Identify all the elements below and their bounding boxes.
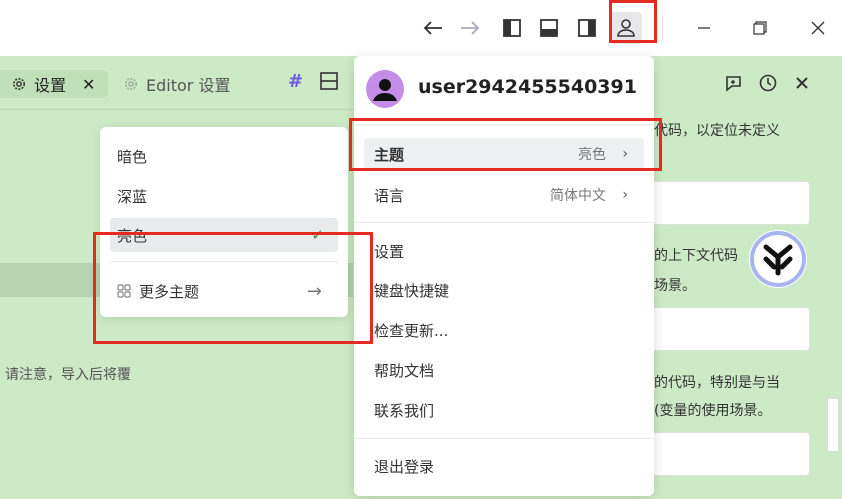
user-icon: [617, 19, 635, 37]
menu-item-label: 帮助文档: [374, 361, 435, 380]
maximize-icon: [753, 21, 767, 35]
panel-input[interactable]: [652, 181, 810, 225]
toggle-right-panel-button[interactable]: [571, 12, 603, 44]
close-panel-icon[interactable]: [796, 77, 808, 89]
menu-divider: [110, 261, 338, 262]
maximize-button[interactable]: [744, 12, 776, 44]
panel-text-line: 的上下文代码: [654, 248, 738, 264]
user-menu: user2942455540391 主题 亮色 › 语言 简体中文 › 设置 键…: [354, 56, 654, 496]
panel-text-line: (变量的使用场景。: [654, 403, 772, 419]
gear-icon: [13, 78, 25, 90]
menu-item-label: 设置: [374, 242, 405, 261]
menu-item-contact-us[interactable]: 联系我们: [364, 394, 644, 426]
panel-text-line: 代码，以定位未定义: [654, 123, 780, 139]
menu-item-label: 主题: [374, 145, 405, 164]
language-value: 简体中文: [550, 188, 606, 204]
check-icon: ✓: [311, 226, 324, 244]
toggle-bottom-panel-button[interactable]: [533, 12, 565, 44]
history-icon[interactable]: [758, 73, 778, 93]
add-chat-icon[interactable]: [724, 73, 744, 93]
panel-bottom-icon: [540, 19, 558, 37]
menu-divider: [354, 124, 654, 125]
theme-option-dark[interactable]: 暗色: [110, 139, 338, 173]
menu-item-help-docs[interactable]: 帮助文档: [364, 354, 644, 386]
panel-input[interactable]: [652, 307, 810, 351]
user-button[interactable]: [610, 12, 642, 44]
menu-item-language[interactable]: 语言 简体中文 ›: [364, 179, 644, 211]
menu-item-label: 检查更新...: [374, 321, 449, 340]
chevron-right-icon: ›: [622, 146, 628, 162]
arrow-right-icon: →: [306, 280, 322, 302]
assistant-logo-icon: [750, 231, 806, 287]
username: user2942455540391: [418, 76, 637, 98]
split-layout-icon[interactable]: [320, 72, 338, 90]
panel-input[interactable]: [652, 432, 810, 476]
user-avatar-icon: [373, 79, 397, 101]
titlebar-separator: [662, 16, 663, 40]
tab-editor-settings[interactable]: Editor 设置: [124, 70, 230, 98]
panel-right-icon: [578, 19, 596, 37]
tab-label: 设置: [34, 76, 67, 95]
theme-option-label: 暗色: [117, 147, 148, 166]
minimize-button[interactable]: [688, 12, 720, 44]
forward-button[interactable]: [454, 12, 486, 44]
theme-option-deep-blue[interactable]: 深蓝: [110, 179, 338, 213]
title-bar: [0, 0, 842, 56]
panel-left-icon: [503, 19, 521, 37]
theme-option-label: 亮色: [117, 226, 148, 245]
more-themes-item[interactable]: 更多主题 →: [110, 274, 338, 308]
close-icon: [811, 21, 825, 35]
gear-icon: [125, 78, 137, 90]
menu-divider: [354, 222, 654, 223]
import-note: 请注意，导入后将覆: [5, 367, 131, 383]
grid-icon: [117, 284, 131, 298]
arrow-left-icon: [423, 21, 442, 35]
avatar: [366, 70, 404, 108]
chevron-right-icon: ›: [622, 187, 628, 203]
arrow-right-icon: [461, 21, 480, 35]
tab-close-button[interactable]: ✕: [82, 75, 95, 94]
menu-divider: [354, 438, 654, 439]
scrollbar-thumb[interactable]: [827, 398, 839, 452]
theme-submenu: 暗色 深蓝 亮色 ✓ 更多主题 →: [100, 127, 348, 317]
menu-item-check-updates[interactable]: 检查更新...: [364, 314, 644, 346]
close-window-button[interactable]: [802, 12, 834, 44]
tab-label: Editor 设置: [146, 76, 231, 95]
panel-text-line: 场景。: [654, 278, 696, 294]
assistant-logo[interactable]: [749, 230, 807, 288]
menu-item-theme[interactable]: 主题 亮色 ›: [364, 138, 644, 170]
tab-settings[interactable]: 设置 ✕: [0, 70, 108, 98]
menu-item-label: 退出登录: [374, 457, 435, 476]
menu-item-keyboard-shortcuts[interactable]: 键盘快捷键: [364, 274, 644, 306]
panel-text-line: 的代码，特别是与当: [654, 375, 780, 391]
hash-button[interactable]: #: [288, 71, 303, 92]
more-themes-label: 更多主题: [139, 282, 200, 301]
menu-item-label: 键盘快捷键: [374, 281, 450, 300]
menu-item-label: 联系我们: [374, 401, 435, 420]
menu-item-settings[interactable]: 设置: [364, 235, 644, 267]
toggle-left-panel-button[interactable]: [496, 12, 528, 44]
theme-option-label: 深蓝: [117, 187, 148, 206]
menu-item-logout[interactable]: 退出登录: [364, 450, 644, 482]
back-button[interactable]: [417, 12, 449, 44]
minimize-icon: [698, 27, 710, 29]
menu-item-label: 语言: [374, 186, 405, 205]
theme-value: 亮色: [578, 147, 606, 163]
theme-option-light[interactable]: 亮色 ✓: [110, 218, 338, 252]
